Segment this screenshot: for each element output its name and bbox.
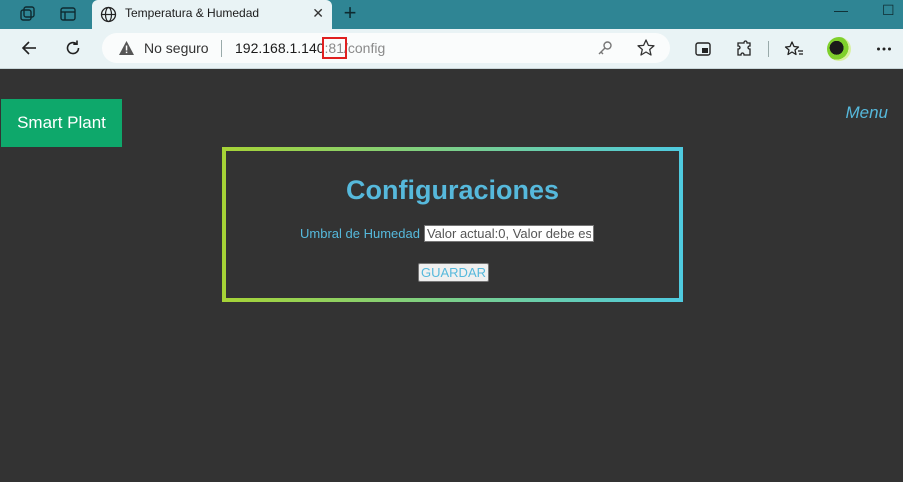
security-label[interactable]: No seguro [144, 40, 209, 56]
humidity-field-row: Umbral de Humedad [300, 225, 594, 242]
favorites-icon[interactable] [783, 38, 805, 60]
workspaces-icon[interactable] [16, 3, 38, 25]
browser-toolbar: No seguro 192.168.1.140:81/config [0, 29, 903, 69]
favorite-star-icon[interactable] [636, 38, 656, 63]
refresh-icon[interactable] [61, 37, 85, 59]
url-text[interactable]: 192.168.1.140:81/config [235, 37, 386, 59]
new-tab-button[interactable]: + [338, 2, 362, 24]
page-title: Configuraciones [345, 175, 560, 205]
maximize-icon[interactable]: ☐ [882, 2, 895, 19]
extensions-icon[interactable] [733, 38, 755, 60]
globe-icon [100, 6, 117, 28]
menu-link[interactable]: Menu [845, 103, 888, 123]
toolbar-separator [768, 41, 769, 57]
config-panel: Configuraciones Umbral de Humedad GUARDA… [222, 147, 683, 302]
minimize-icon[interactable]: — [834, 2, 848, 18]
active-tab[interactable]: Temperatura & Humedad ✕ [92, 0, 332, 29]
url-port: :81 [321, 37, 348, 59]
url-separator [221, 40, 222, 57]
url-path: /config [344, 40, 386, 56]
warning-icon[interactable] [118, 40, 135, 61]
config-panel-inner: Configuraciones Umbral de Humedad GUARDA… [226, 151, 679, 298]
tab-title: Temperatura & Humedad [125, 6, 260, 20]
more-menu-icon[interactable] [873, 38, 895, 60]
brand-logo[interactable]: Smart Plant [1, 99, 122, 147]
back-arrow-icon[interactable] [17, 37, 41, 59]
address-bar[interactable]: No seguro 192.168.1.140:81/config [102, 33, 670, 63]
save-button[interactable]: GUARDAR [418, 263, 490, 282]
key-icon[interactable] [596, 39, 614, 62]
humidity-threshold-input[interactable] [423, 225, 594, 242]
picture-in-picture-icon[interactable] [692, 38, 714, 60]
tab-actions-icon[interactable] [57, 3, 79, 25]
browser-tab-strip: Temperatura & Humedad ✕ + — ☐ [0, 0, 903, 29]
close-tab-icon[interactable]: ✕ [312, 5, 324, 21]
humidity-label: Umbral de Humedad [300, 226, 420, 241]
url-host: 192.168.1.140 [235, 40, 325, 56]
profile-avatar[interactable] [827, 37, 851, 61]
